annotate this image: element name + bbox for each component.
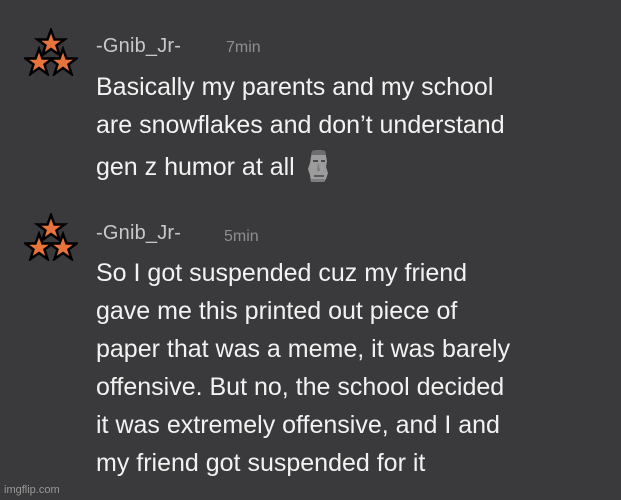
message-line: So I got suspended cuz my friend	[96, 259, 468, 287]
message-line: it was extremely offensive, and I and	[96, 411, 500, 439]
message-line: paper that was a meme, it was barely	[96, 335, 511, 363]
message-line: are snowflakes and don’t understand	[96, 111, 505, 139]
moai-icon	[307, 150, 328, 182]
three-stars-icon[interactable]	[24, 213, 78, 261]
timestamp: 7min	[226, 39, 261, 56]
message-line: my friend got suspended for it	[96, 449, 426, 477]
message-line-with-emoji: gen z humor at all	[96, 149, 331, 183]
username[interactable]: -Gnib_Jr-	[96, 222, 181, 245]
message-line-text: gen z humor at all	[96, 153, 295, 181]
message-line: offensive. But no, the school decided	[96, 373, 505, 401]
message-line: Basically my parents and my school	[96, 73, 494, 101]
username[interactable]: -Gnib_Jr-	[96, 35, 181, 58]
message-line: gave me this printed out piece of	[96, 297, 458, 325]
timestamp: 5min	[224, 228, 259, 245]
three-stars-icon[interactable]	[24, 28, 78, 76]
watermark: imgflip.com	[4, 484, 60, 496]
